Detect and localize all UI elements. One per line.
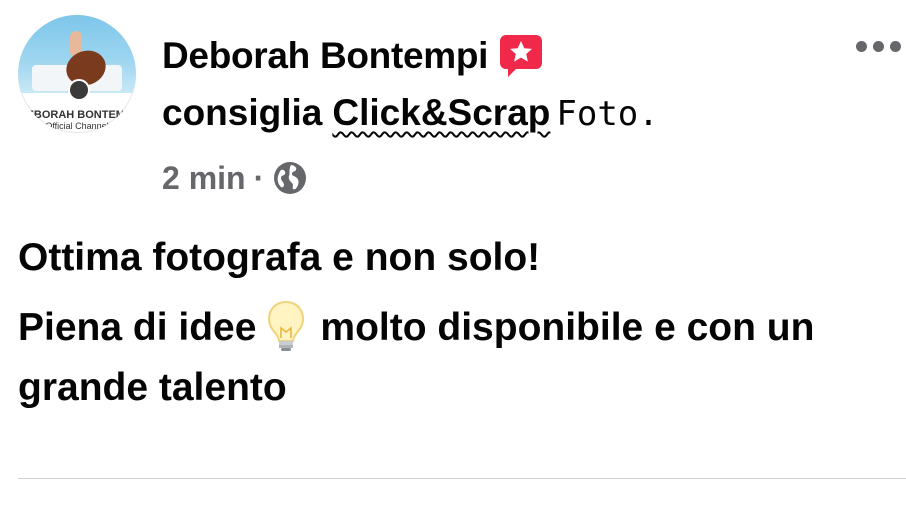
post-meta: 2 min ·	[162, 158, 842, 198]
recommendation-verb: consiglia	[162, 92, 323, 133]
meta-separator: ·	[253, 159, 265, 196]
author-name-link[interactable]: Deborah Bontempi	[162, 35, 488, 77]
post-body: Ottima fotografa e non solo! Piena di id…	[18, 228, 898, 418]
post-body-line-1: Ottima fotografa e non solo!	[18, 236, 541, 279]
more-dot-icon	[873, 40, 884, 52]
post-timestamp[interactable]: 2 min	[162, 160, 246, 197]
post-header: Deborah Bontempi consiglia Click&Scrap F…	[162, 32, 842, 198]
post-body-line-2: Piena di idee molto disponibile e con un…	[18, 298, 898, 418]
globe-icon[interactable]	[272, 160, 308, 196]
more-dot-icon	[890, 40, 901, 52]
more-dot-icon	[856, 40, 867, 52]
avatar-badge	[68, 79, 90, 101]
post-card: DEBORAH BONTEMPI Official Channel Debora…	[0, 0, 906, 509]
more-options-button[interactable]	[856, 36, 906, 56]
post-divider	[18, 478, 906, 479]
light-bulb-icon	[266, 300, 306, 352]
avatar-caption-sub: Official Channel	[45, 121, 109, 131]
post-body-text-1: Piena di idee	[18, 306, 257, 349]
recommendation-suffix: Foto.	[556, 94, 659, 134]
avatar-caption-name: DEBORAH BONTEMPI	[18, 109, 136, 121]
author-line: Deborah Bontempi	[162, 32, 842, 80]
recommended-page-link[interactable]: Click&Scrap	[332, 92, 550, 134]
recommend-star-icon	[498, 33, 544, 79]
author-avatar[interactable]: DEBORAH BONTEMPI Official Channel	[18, 15, 136, 133]
recommendation-line: consiglia Click&Scrap Foto.	[162, 92, 842, 136]
